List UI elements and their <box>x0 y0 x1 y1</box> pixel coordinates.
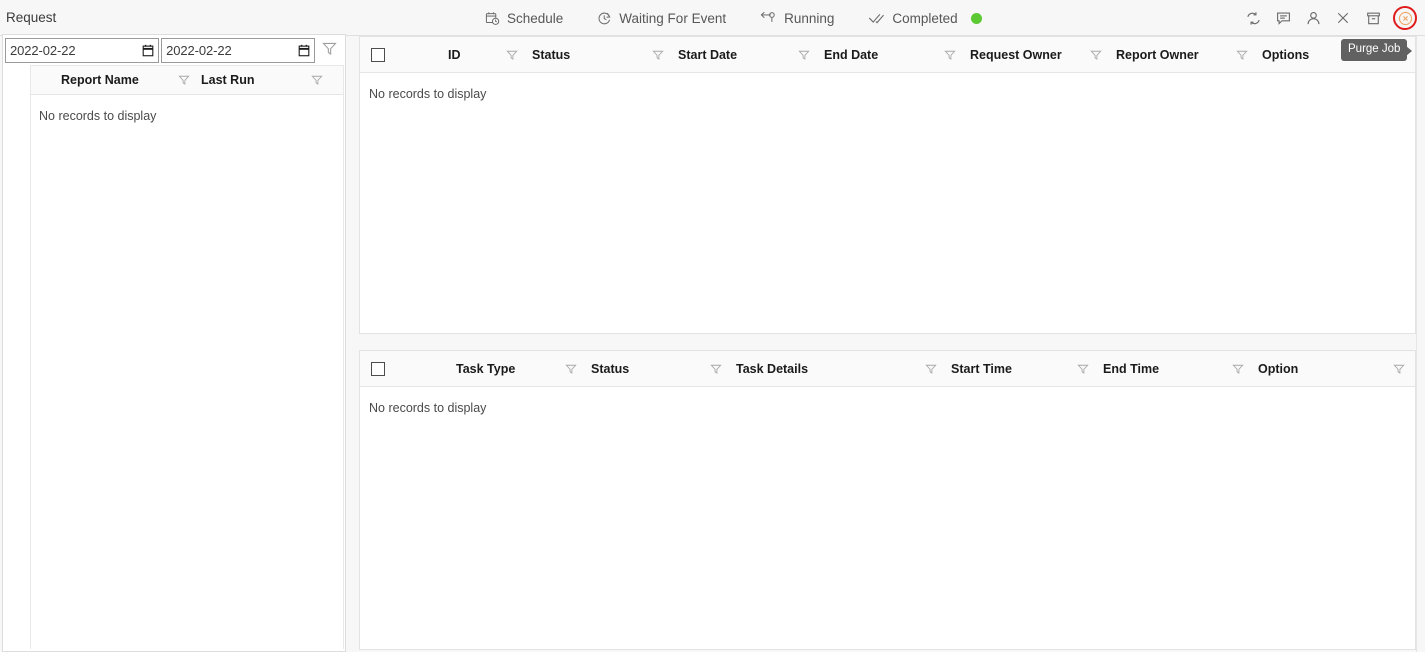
filter-icon[interactable] <box>921 363 941 375</box>
tab-completed-label: Completed <box>892 10 958 26</box>
request-grid-body: No records to display <box>360 73 1415 333</box>
calendar-icon[interactable] <box>142 44 154 57</box>
request-grid-panel: ID Status Start Date End Date Request Ow… <box>359 36 1416 334</box>
column-option[interactable]: Option <box>1248 351 1415 386</box>
column-report-name-label: Report Name <box>61 73 139 87</box>
column-task-details[interactable]: Task Details <box>726 351 941 386</box>
filter-icon[interactable] <box>794 49 814 61</box>
column-end-time[interactable]: End Time <box>1093 351 1248 386</box>
status-tab-bar: Schedule Waiting For Event Running Compl… <box>485 0 982 36</box>
column-start-date-label: Start Date <box>678 47 738 62</box>
tab-running-label: Running <box>784 10 835 26</box>
filter-icon[interactable] <box>1389 363 1409 375</box>
report-grid-empty-message: No records to display <box>39 109 157 123</box>
calendar-icon[interactable] <box>298 44 310 57</box>
column-start-time[interactable]: Start Time <box>941 351 1093 386</box>
task-select-all-cell[interactable] <box>360 361 396 376</box>
column-end-date-label: End Date <box>824 47 879 62</box>
refresh-icon[interactable] <box>1243 8 1263 28</box>
report-name-grid: Report Name Last Run No records to displ… <box>30 65 344 649</box>
filter-icon[interactable] <box>940 49 960 61</box>
date-range-filter-row: 2022-02-22 2022-02-22 <box>3 35 345 63</box>
date-from-value: 2022-02-22 <box>10 42 76 58</box>
column-task-details-label: Task Details <box>736 361 809 376</box>
column-end-time-label: End Time <box>1103 361 1160 376</box>
task-grid-panel: Task Type Status Task Details Start Time <box>359 350 1416 650</box>
column-last-run-label: Last Run <box>201 73 255 87</box>
request-application-window: Request Schedule Waiting For Event Runni… <box>0 0 1425 652</box>
status-indicator-dot <box>970 12 982 24</box>
column-report-owner-label: Report Owner <box>1116 47 1199 62</box>
filter-icon[interactable] <box>1232 49 1252 61</box>
column-last-run[interactable]: Last Run <box>194 66 327 94</box>
running-arrow-icon <box>760 11 777 26</box>
select-all-checkbox[interactable] <box>371 361 385 376</box>
column-request-owner[interactable]: Request Owner <box>960 37 1106 72</box>
filter-icon[interactable] <box>1228 363 1248 375</box>
page-scrollbar-track[interactable] <box>1416 36 1425 652</box>
tab-waiting-for-event-label: Waiting For Event <box>619 10 727 26</box>
request-grid-empty-message: No records to display <box>369 87 487 101</box>
column-id-label: ID <box>448 47 461 62</box>
tab-completed[interactable]: Completed <box>868 10 982 26</box>
toolbar-action-icons <box>1243 0 1417 36</box>
column-request-owner-label: Request Owner <box>970 47 1062 62</box>
column-status[interactable]: Status <box>522 37 668 72</box>
purge-job-tooltip: Purge Job <box>1341 39 1413 61</box>
date-range-filter-button[interactable] <box>315 37 343 63</box>
filter-icon[interactable] <box>307 74 327 86</box>
purge-job-icon[interactable] <box>1393 6 1417 30</box>
date-to-input[interactable]: 2022-02-22 <box>161 37 316 63</box>
column-task-type[interactable]: Task Type <box>396 351 581 386</box>
filter-icon[interactable] <box>174 74 194 86</box>
double-check-icon <box>868 11 885 26</box>
task-grid-empty-message: No records to display <box>369 401 487 415</box>
tab-schedule[interactable]: Schedule <box>485 11 563 26</box>
column-id[interactable]: ID <box>396 37 522 72</box>
close-icon[interactable] <box>1333 8 1353 28</box>
filter-icon[interactable] <box>502 49 522 61</box>
page-title: Request <box>6 10 57 25</box>
top-toolbar: Request Schedule Waiting For Event Runni… <box>0 0 1425 36</box>
column-report-name[interactable]: Report Name <box>31 66 194 94</box>
filter-icon[interactable] <box>706 363 726 375</box>
comment-icon[interactable] <box>1273 8 1293 28</box>
tab-waiting-for-event[interactable]: Waiting For Event <box>597 11 726 26</box>
report-filter-panel: 2022-02-22 2022-02-22 Report Name Last R… <box>2 34 346 652</box>
archive-icon[interactable] <box>1363 8 1383 28</box>
column-task-status-label: Status <box>591 361 630 376</box>
request-grid-header-row: ID Status Start Date End Date Request Ow… <box>360 37 1415 73</box>
report-grid-header-row: Report Name Last Run <box>31 66 343 95</box>
tab-running[interactable]: Running <box>760 11 834 26</box>
column-end-date[interactable]: End Date <box>814 37 960 72</box>
column-report-owner[interactable]: Report Owner <box>1106 37 1252 72</box>
filter-icon <box>321 41 337 59</box>
task-grid-body: No records to display <box>360 387 1415 649</box>
column-task-type-label: Task Type <box>456 361 516 376</box>
column-task-status[interactable]: Status <box>581 351 726 386</box>
select-all-checkbox[interactable] <box>371 47 385 62</box>
request-select-all-cell[interactable] <box>360 47 396 62</box>
column-option-label: Option <box>1258 361 1299 376</box>
task-grid-header-row: Task Type Status Task Details Start Time <box>360 351 1415 387</box>
date-to-value: 2022-02-22 <box>166 42 232 58</box>
calendar-clock-icon <box>485 11 500 26</box>
clock-icon <box>597 11 612 26</box>
column-status-label: Status <box>532 47 571 62</box>
user-icon[interactable] <box>1303 8 1323 28</box>
column-start-time-label: Start Time <box>951 361 1012 376</box>
filter-icon[interactable] <box>1073 363 1093 375</box>
filter-icon[interactable] <box>1086 49 1106 61</box>
column-start-date[interactable]: Start Date <box>668 37 814 72</box>
filter-icon[interactable] <box>648 49 668 61</box>
filter-icon[interactable] <box>561 363 581 375</box>
date-from-input[interactable]: 2022-02-22 <box>5 37 160 63</box>
tab-schedule-label: Schedule <box>507 10 564 26</box>
